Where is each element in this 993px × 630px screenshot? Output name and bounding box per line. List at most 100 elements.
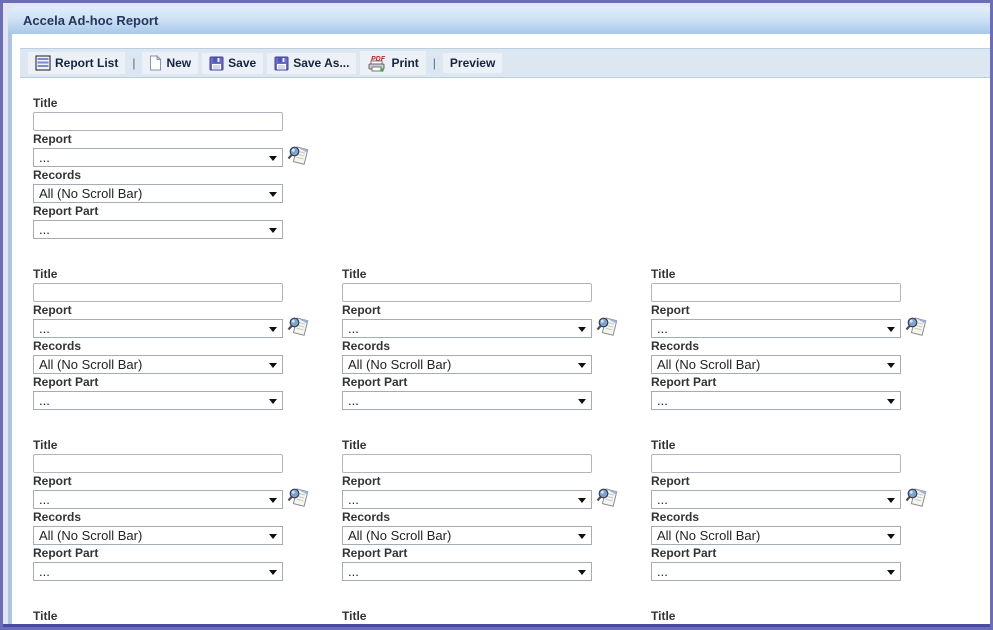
- bottom-accent-line: [3, 624, 990, 627]
- print-button[interactable]: PDF Print: [360, 51, 425, 75]
- caret-down-icon: [578, 327, 586, 332]
- report-part-select-row: ...: [33, 391, 283, 410]
- caret-down-icon: [269, 570, 277, 575]
- pdf-print-icon: PDF: [367, 54, 387, 72]
- report-part-select-row: ...: [651, 391, 901, 410]
- report-label: Report: [651, 475, 901, 488]
- report-form-area: Title Report ...: [12, 78, 990, 627]
- caret-down-icon: [578, 534, 586, 539]
- new-button[interactable]: New: [142, 52, 198, 74]
- report-part-select[interactable]: ...: [33, 391, 283, 410]
- records-select[interactable]: All (No Scroll Bar): [33, 184, 283, 203]
- title-input[interactable]: [33, 283, 283, 302]
- title-input[interactable]: [33, 112, 283, 131]
- report-label: Report: [342, 304, 592, 317]
- window-frame: Accela Ad-hoc Report Report List |: [8, 6, 990, 627]
- page-title: Accela Ad-hoc Report: [23, 13, 158, 28]
- report-select-row: ...: [342, 490, 592, 509]
- report-label: Report: [33, 304, 283, 317]
- report-part-select[interactable]: ...: [651, 391, 901, 410]
- report-select[interactable]: ...: [651, 490, 901, 509]
- report-select[interactable]: ...: [33, 148, 283, 167]
- preview-button[interactable]: Preview: [443, 53, 502, 73]
- records-select[interactable]: All (No Scroll Bar): [342, 526, 592, 545]
- records-select[interactable]: All (No Scroll Bar): [33, 526, 283, 545]
- save-icon: [209, 56, 224, 71]
- title-input[interactable]: [33, 454, 283, 473]
- report-lookup-icon[interactable]: [596, 314, 618, 339]
- title-input[interactable]: [651, 283, 901, 302]
- report-part-select[interactable]: ...: [33, 220, 283, 239]
- caret-down-icon: [578, 498, 586, 503]
- report-select-row: ...: [342, 319, 592, 338]
- save-button[interactable]: Save: [202, 53, 263, 74]
- records-select[interactable]: All (No Scroll Bar): [33, 355, 283, 374]
- report-select-value: ...: [657, 321, 668, 336]
- report-part-select[interactable]: ...: [342, 391, 592, 410]
- report-select[interactable]: ...: [342, 319, 592, 338]
- report-select-value: ...: [348, 492, 359, 507]
- records-select-value: All (No Scroll Bar): [348, 528, 451, 543]
- report-list-button[interactable]: Report List: [28, 52, 125, 74]
- records-label: Records: [342, 340, 592, 353]
- report-lookup-icon[interactable]: [596, 485, 618, 510]
- report-label: Report: [33, 133, 283, 146]
- report-part-select-value: ...: [348, 564, 359, 579]
- report-part-label: Report Part: [651, 376, 901, 389]
- report-label: Report: [33, 475, 283, 488]
- report-panel: Title Report ...: [651, 439, 901, 583]
- report-select-row: ...: [651, 319, 901, 338]
- records-select-value: All (No Scroll Bar): [39, 357, 142, 372]
- title-label: Title: [342, 610, 592, 623]
- report-select-row: ...: [651, 490, 901, 509]
- report-select[interactable]: ...: [651, 319, 901, 338]
- report-part-select-value: ...: [657, 564, 668, 579]
- report-lookup-icon[interactable]: [905, 314, 927, 339]
- report-select[interactable]: ...: [33, 319, 283, 338]
- caret-down-icon: [578, 399, 586, 404]
- save-as-icon: [274, 56, 289, 71]
- records-label: Records: [342, 511, 592, 524]
- records-select-row: All (No Scroll Bar): [33, 526, 283, 545]
- report-lookup-icon[interactable]: [287, 314, 309, 339]
- records-select[interactable]: All (No Scroll Bar): [651, 355, 901, 374]
- report-lookup-icon[interactable]: [905, 485, 927, 510]
- report-part-select-row: ...: [342, 391, 592, 410]
- records-select-row: All (No Scroll Bar): [651, 355, 901, 374]
- report-lookup-icon[interactable]: [287, 485, 309, 510]
- caret-down-icon: [887, 534, 895, 539]
- report-part-select-value: ...: [39, 393, 50, 408]
- report-list-label: Report List: [55, 56, 118, 70]
- save-as-button[interactable]: Save As...: [267, 53, 356, 74]
- report-panel-row: Title Report ...: [33, 268, 990, 412]
- records-select-value: All (No Scroll Bar): [348, 357, 451, 372]
- report-panel: Title Report ...: [342, 439, 592, 583]
- report-panel: Title Report ...: [33, 439, 283, 583]
- report-list-icon: [35, 55, 51, 71]
- report-part-select[interactable]: ...: [33, 562, 283, 581]
- preview-label: Preview: [450, 56, 495, 70]
- caret-down-icon: [887, 570, 895, 575]
- caret-down-icon: [269, 534, 277, 539]
- title-label: Title: [33, 268, 283, 281]
- records-label: Records: [651, 340, 901, 353]
- report-part-select[interactable]: ...: [651, 562, 901, 581]
- title-label: Title: [342, 268, 592, 281]
- report-select[interactable]: ...: [33, 490, 283, 509]
- report-panel: Title Report ...: [651, 268, 901, 412]
- report-part-select-value: ...: [39, 564, 50, 579]
- records-select[interactable]: All (No Scroll Bar): [342, 355, 592, 374]
- records-select-row: All (No Scroll Bar): [33, 184, 283, 203]
- report-select[interactable]: ...: [342, 490, 592, 509]
- report-lookup-icon[interactable]: [287, 143, 309, 168]
- report-part-select[interactable]: ...: [342, 562, 592, 581]
- caret-down-icon: [887, 399, 895, 404]
- records-select[interactable]: All (No Scroll Bar): [651, 526, 901, 545]
- records-select-value: All (No Scroll Bar): [657, 357, 760, 372]
- title-label: Title: [651, 610, 901, 623]
- title-input[interactable]: [342, 454, 592, 473]
- title-input[interactable]: [651, 454, 901, 473]
- report-part-label: Report Part: [33, 547, 283, 560]
- title-input[interactable]: [342, 283, 592, 302]
- report-select-row: ...: [33, 319, 283, 338]
